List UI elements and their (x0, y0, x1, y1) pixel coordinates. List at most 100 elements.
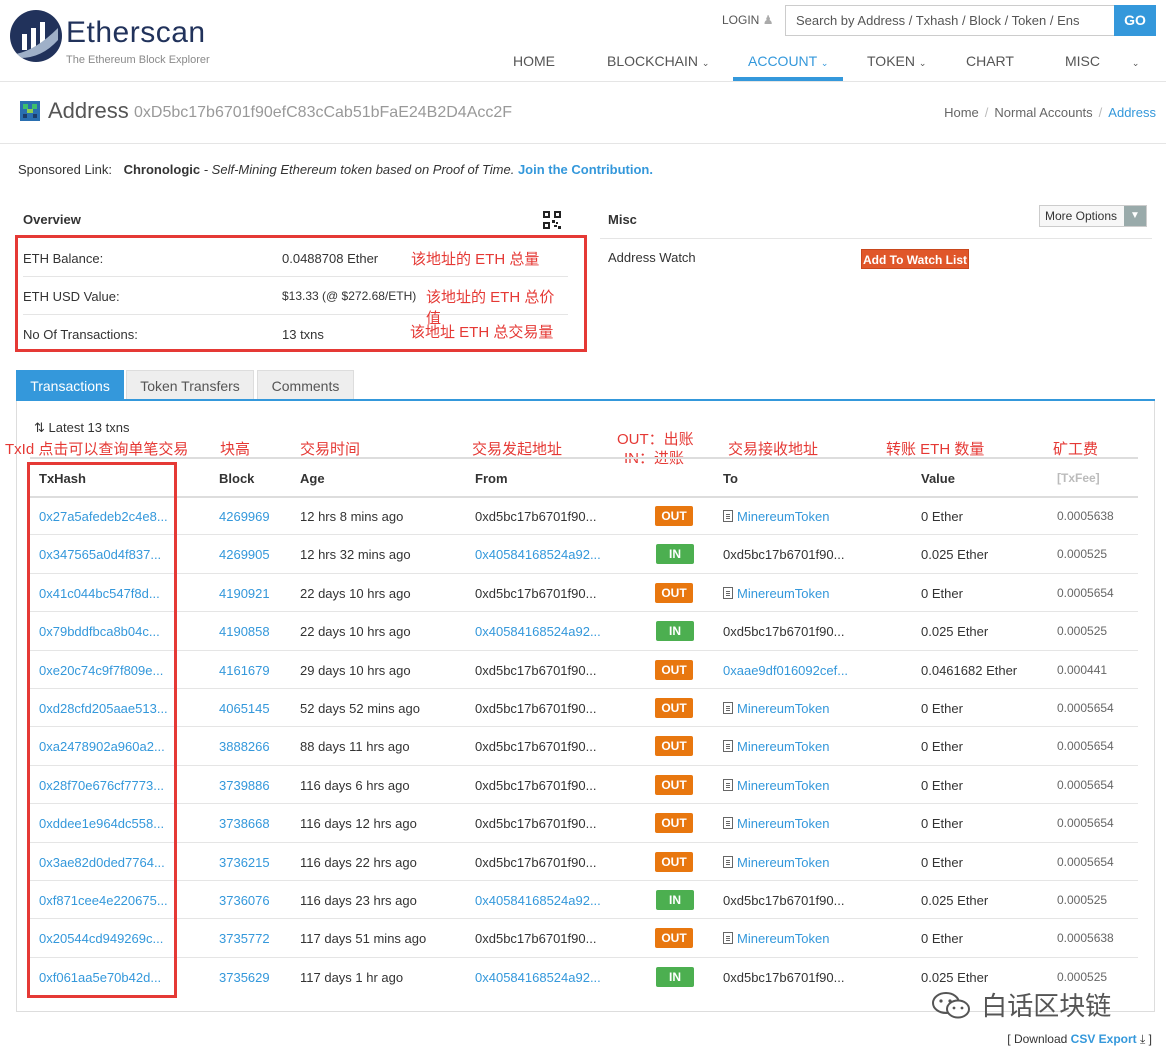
misc-title: Misc (608, 212, 637, 227)
direction-badge: IN (656, 890, 694, 910)
overview-title: Overview (23, 212, 81, 227)
to-address-text: 0xd5bc17b6701f90... (723, 969, 845, 985)
block-link[interactable]: 4161679 (219, 663, 270, 678)
table-top-border (30, 457, 1138, 459)
search-input[interactable]: Search by Address / Txhash / Block / Tok… (785, 5, 1115, 36)
tx-value: 0.0461682 Ether (921, 662, 1018, 678)
nav-blockchain[interactable]: BLOCKCHAIN ⌄ (607, 53, 709, 69)
address-watch-label: Address Watch (608, 250, 696, 265)
breadcrumb-address: Address (1108, 105, 1156, 120)
to-address: 0xd5bc17b6701f90... (723, 970, 855, 985)
to-address: 0xd5bc17b6701f90... (723, 624, 855, 639)
block-link[interactable]: 3735629 (219, 970, 270, 985)
to-address-text: MinereumToken (737, 509, 830, 524)
block-link[interactable]: 3735772 (219, 931, 270, 946)
from-address: 0xd5bc17b6701f90... (475, 509, 597, 524)
qr-code-icon[interactable] (543, 211, 561, 229)
breadcrumb-home[interactable]: Home (944, 105, 979, 120)
block-link[interactable]: 4269905 (219, 547, 270, 562)
tab-token-transfers[interactable]: Token Transfers (126, 370, 254, 400)
nav-token[interactable]: TOKEN ⌄ (867, 53, 926, 69)
nav-account[interactable]: ACCOUNT ⌄ (748, 53, 828, 69)
from-address[interactable]: 0x40584168524a92... (475, 624, 607, 639)
csv-export-link[interactable]: CSV Export (1071, 1032, 1137, 1046)
tx-age: 117 days 51 mins ago (300, 931, 427, 947)
col-value: Value (921, 471, 955, 486)
latest-txns-label: ⇅ Latest 13 txns (34, 420, 130, 435)
from-address[interactable]: 0x40584168524a92... (475, 893, 607, 908)
block-link[interactable]: 4190858 (219, 624, 270, 639)
contract-icon (723, 586, 733, 599)
more-options-label: More Options (1045, 209, 1118, 223)
to-address[interactable]: MinereumToken (723, 701, 855, 716)
sort-icon: ⇅ (34, 420, 45, 435)
to-address[interactable]: MinereumToken (723, 509, 855, 524)
to-address-text: 0xaae9df016092cef... (723, 662, 849, 678)
table-row: 0x79bddfbca8b04c... 4190858 22 days 10 hrs… (30, 612, 1138, 651)
tx-age: 116 days 12 hrs ago (300, 816, 417, 832)
csv-prefix: [ Download (1007, 1032, 1071, 1046)
block-link[interactable]: 3888266 (219, 739, 270, 754)
to-address[interactable]: MinereumToken (723, 855, 855, 870)
page-title: Address (48, 98, 129, 123)
block-link[interactable]: 4065145 (219, 701, 270, 716)
to-address[interactable]: MinereumToken (723, 931, 855, 946)
chevron-down-icon: ▼ (1124, 206, 1146, 226)
tx-fee: 0.0005654 (1057, 816, 1114, 831)
sponsor-cta-link[interactable]: Join the Contribution. (518, 162, 653, 177)
breadcrumb-normal-accounts[interactable]: Normal Accounts (994, 105, 1092, 120)
page-address: 0xD5bc17b6701f90efC83cCab51bFaE24B2D4Acc… (134, 104, 513, 121)
login-link[interactable]: LOGIN ♟ (722, 13, 773, 27)
col-txfee[interactable]: [TxFee] (1057, 471, 1100, 485)
user-icon: ♟ (762, 13, 774, 27)
annotation-fee: 矿工费 (1053, 441, 1099, 458)
block-link[interactable]: 4190921 (219, 586, 270, 601)
to-address-text: 0xd5bc17b6701f90... (723, 893, 845, 908)
tx-value: 0.025 Ether (921, 547, 989, 563)
to-address-text: MinereumToken (737, 854, 830, 870)
from-address[interactable]: 0x40584168524a92... (475, 970, 607, 985)
tab-transactions[interactable]: Transactions (16, 370, 124, 400)
to-address-text: 0xd5bc17b6701f90... (723, 624, 845, 640)
annotation-txid: TxId 点击可以查询单笔交易 (5, 441, 189, 458)
table-row: 0xa2478902a960a2... 3888266 88 days 11 hrs… (30, 727, 1138, 766)
to-address-text: MinereumToken (737, 701, 830, 716)
tab-comments[interactable]: Comments (257, 370, 354, 400)
block-link[interactable]: 4269969 (219, 509, 270, 524)
block-link[interactable]: 3738668 (219, 816, 270, 831)
tx-value: 0.025 Ether (921, 969, 989, 985)
to-address[interactable]: MinereumToken (723, 739, 855, 754)
watermark: 白话区块链 (930, 986, 1111, 1023)
tx-value: 0.025 Ether (921, 624, 989, 640)
add-to-watch-list-button[interactable]: Add To Watch List (861, 249, 969, 269)
to-address-text: MinereumToken (737, 739, 830, 755)
more-options-dropdown[interactable]: More Options ▼ (1039, 205, 1147, 227)
sponsored-link: Sponsored Link: Chronologic - Self-Minin… (18, 162, 653, 177)
block-link[interactable]: 3736215 (219, 855, 270, 870)
search-go-button[interactable]: GO (1114, 5, 1156, 36)
direction-badge: OUT (655, 582, 693, 603)
contract-icon (723, 932, 733, 945)
to-address[interactable]: 0xaae9df016092cef... (723, 663, 855, 678)
tx-fee: 0.000525 (1057, 969, 1108, 984)
tx-age: 12 hrs 8 mins ago (300, 509, 404, 524)
to-address-text: MinereumToken (737, 931, 830, 947)
to-address[interactable]: MinereumToken (723, 586, 855, 601)
nav-home[interactable]: HOME (513, 53, 555, 69)
table-row: 0x3ae82d0ded7764... 3736215 116 days 22 hr… (30, 843, 1138, 881)
tx-fee: 0.0005638 (1057, 931, 1114, 946)
to-address[interactable]: MinereumToken (723, 778, 855, 793)
to-address[interactable]: MinereumToken (723, 816, 855, 831)
from-address: 0xd5bc17b6701f90... (475, 931, 597, 947)
nav-chart[interactable]: CHART (966, 53, 1014, 69)
block-link[interactable]: 3736076 (219, 893, 270, 908)
block-link[interactable]: 3739886 (219, 778, 270, 793)
brand-tagline: The Ethereum Block Explorer (66, 54, 210, 66)
contract-icon (723, 855, 733, 868)
contract-icon (723, 817, 733, 830)
tx-age: 88 days 11 hrs ago (300, 739, 410, 755)
etherscan-logo[interactable]: Etherscan The Ethereum Block Explorer (10, 10, 250, 66)
tx-value: 0 Ether (921, 739, 963, 755)
nav-misc[interactable]: MISC ⌄ (1065, 53, 1139, 69)
from-address[interactable]: 0x40584168524a92... (475, 547, 607, 562)
